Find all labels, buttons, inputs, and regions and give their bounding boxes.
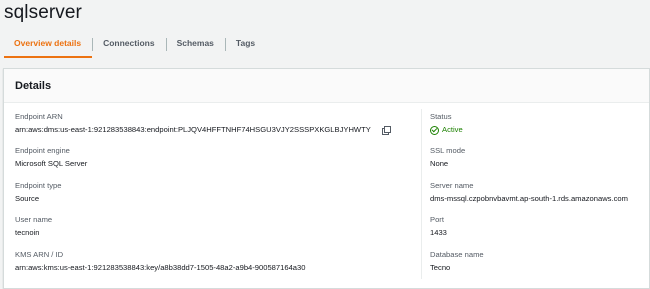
database-name-field: Database name Tecno [430,250,650,284]
endpoint-arn-field: Endpoint ARN arn:aws:dms:us-east-1:92128… [15,112,415,146]
ssl-mode-field: SSL mode None [430,146,650,180]
endpoint-type-field: Endpoint type Source [15,181,415,215]
port-label: Port [430,215,444,225]
status-label: Status [430,112,452,121]
server-name-label: Server name [430,180,474,190]
ssl-mode-label: SSL mode [430,146,466,156]
kms-arn-label: KMS ARN / ID [15,249,64,259]
database-name-label: Database name [430,249,484,259]
copy-icon[interactable] [381,126,391,135]
details-heading: Details [15,79,52,92]
page-title: sqlserver [4,2,82,23]
status-value: Active [442,125,463,134]
endpoint-arn-value: arn:aws:dms:us-east-1:921283538843:endpo… [15,125,371,134]
ssl-mode-value: None [430,159,449,169]
port-value: 1433 [430,228,447,238]
tab-overview-details[interactable]: Overview details [4,31,93,58]
server-name-field: Server name dms-mssql.czpobnvbavmt.ap-so… [430,181,650,215]
user-name-field: User name tecnoin [15,215,415,249]
tab-connections[interactable]: Connections [92,31,165,58]
endpoint-arn-value-row: arn:aws:dms:us-east-1:921283538843:endpo… [15,125,415,135]
port-field: Port 1433 [430,215,650,249]
kms-arn-value: arn:aws:kms:us-east-1:921283538843:key/a… [15,262,306,272]
user-name-value: tecnoin [15,228,40,238]
details-panel: Details Endpoint ARN arn:aws:dms:us-east… [3,68,650,289]
server-name-value: dms-mssql.czpobnvbavmt.ap-south-1.rds.am… [430,193,628,203]
details-panel-header: Details [4,69,649,103]
endpoint-engine-field: Endpoint engine Microsoft SQL Server [15,146,415,180]
endpoint-type-value: Source [15,193,40,203]
endpoint-engine-value: Microsoft SQL Server [15,159,88,169]
database-name-value: Tecno [430,262,451,272]
endpoint-engine-label: Endpoint engine [15,146,70,156]
endpoint-arn-label: Endpoint ARN [15,112,63,121]
kms-arn-field: KMS ARN / ID arn:aws:kms:us-east-1:92128… [15,250,415,284]
tab-bar: Overview details Connections Schemas Tag… [4,31,266,58]
tab-tags[interactable]: Tags [224,31,266,58]
check-circle-icon [430,125,439,135]
status-value-row: Active [430,125,650,135]
endpoint-type-label: Endpoint type [15,180,62,190]
details-left-column: Endpoint ARN arn:aws:dms:us-east-1:92128… [15,112,415,284]
user-name-label: User name [15,215,53,225]
status-field: Status Active [430,112,650,146]
tab-schemas[interactable]: Schemas [165,31,225,58]
column-divider [421,109,422,279]
details-right-column: Status Active SSL mode None Server name … [430,112,650,284]
